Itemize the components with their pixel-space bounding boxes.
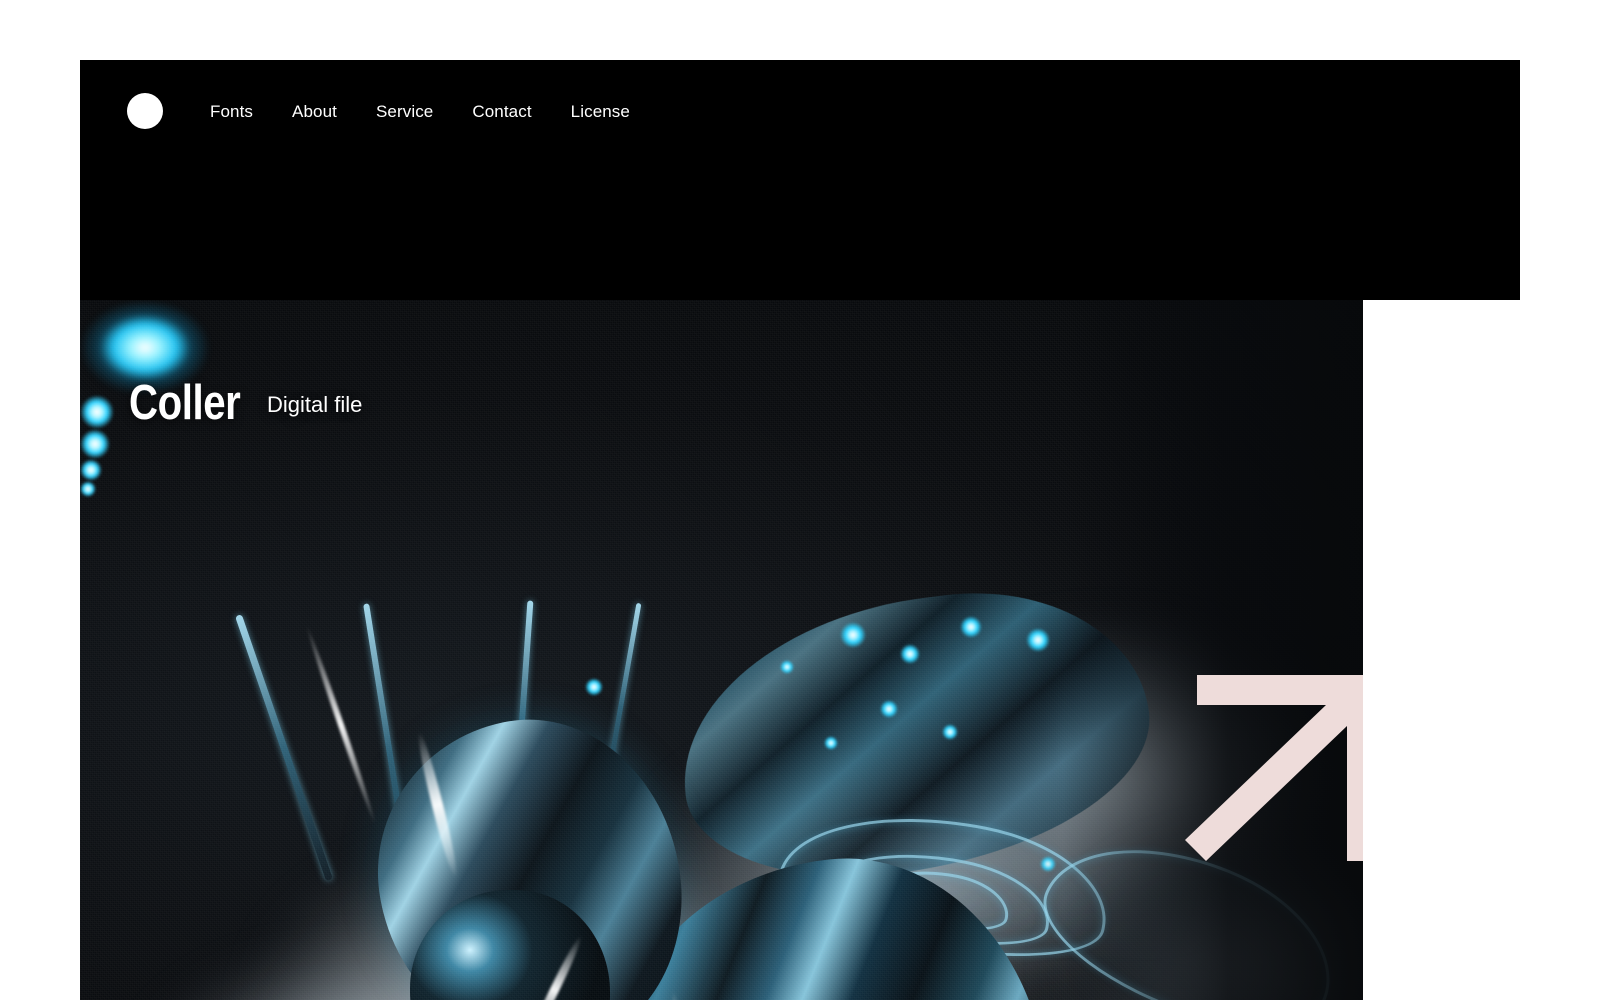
nav-item-about[interactable]: About — [290, 99, 339, 124]
nav-item-service[interactable]: Service — [374, 99, 435, 124]
nav-item-contact[interactable]: Contact — [470, 99, 533, 124]
circle-logo-icon[interactable] — [127, 93, 163, 129]
hero-title: Coller — [129, 376, 241, 430]
insect-eye-light — [80, 481, 96, 497]
insect-eye-light — [80, 395, 114, 429]
arrow-up-right-icon[interactable] — [1165, 665, 1363, 865]
page-root: Fonts About Service Contact License Coll… — [0, 0, 1600, 1000]
nav-item-fonts[interactable]: Fonts — [208, 99, 255, 124]
nav-links: Fonts About Service Contact License — [208, 99, 632, 124]
insect-eye-light — [80, 429, 110, 459]
insect-eye-light — [80, 459, 102, 481]
hero-subtitle: Digital file — [267, 392, 363, 417]
nav-item-license[interactable]: License — [569, 99, 632, 124]
main-navigation: Fonts About Service Contact License — [127, 93, 632, 129]
